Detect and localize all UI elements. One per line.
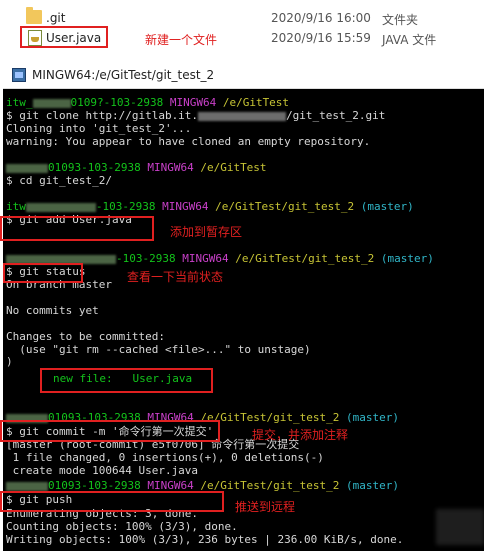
- file-row-git-folder[interactable]: .git 2020/9/16 16:00 文件夹: [0, 7, 484, 28]
- output-line: Writing objects: 100% (3/3), 236 bytes |…: [6, 533, 404, 546]
- git-add-highlight-box: [0, 216, 154, 241]
- output-line: Cloning into 'git_test_2'...: [6, 122, 192, 135]
- git-commit-highlight-box: [0, 420, 220, 442]
- terminal-window: MINGW64:/e/GitTest/git_test_2 itw_ 0109?-…: [3, 62, 484, 551]
- git-status-highlight-box: [3, 263, 83, 283]
- annotation-add-to-stage: 添加到暂存区: [170, 225, 243, 239]
- new-file-highlight-box: [20, 26, 108, 48]
- annotation-push-to-remote: 推送到远程: [235, 500, 296, 514]
- prompt-line: 01093-103-2938 MINGW64 /e/GitTest: [6, 161, 267, 174]
- annotation-check-status: 查看一下当前状态: [127, 270, 224, 284]
- annotation-new-file: 新建一个文件: [145, 33, 218, 47]
- output-line: create mode 100644 User.java: [6, 464, 199, 477]
- file-type: JAVA 文件: [382, 33, 437, 47]
- prompt-line: itw -103-2938 MINGW64 /e/GitTest/git_test…: [6, 200, 414, 213]
- output-line: warning: You appear to have cloned an em…: [6, 135, 371, 148]
- file-type: 文件夹: [382, 13, 419, 27]
- file-date: 2020/9/16 16:00: [271, 11, 371, 25]
- file-name: .git: [46, 11, 66, 25]
- command-line: $ git clone http://gitlab.it./git_test_2…: [6, 109, 386, 122]
- mingw-terminal-icon: [12, 68, 26, 82]
- terminal-output[interactable]: itw_ 0109?-103-2938 MINGW64 /e/GitTest $ …: [3, 89, 484, 551]
- new-file-status-highlight-box: [40, 368, 213, 393]
- file-date: 2020/9/16 15:59: [271, 31, 371, 45]
- file-explorer-list: .git 2020/9/16 16:00 文件夹 User.java 2020/…: [0, 0, 484, 56]
- terminal-title: MINGW64:/e/GitTest/git_test_2: [32, 68, 215, 82]
- folder-icon: [26, 7, 42, 24]
- terminal-titlebar[interactable]: MINGW64:/e/GitTest/git_test_2: [3, 62, 484, 89]
- output-line: No commits yet: [6, 304, 99, 317]
- output-line: Counting objects: 100% (3/3), done.: [6, 520, 238, 533]
- prompt-line: itw_ 0109?-103-2938 MINGW64 /e/GitTest: [6, 96, 290, 109]
- output-line: ): [6, 355, 13, 368]
- output-line: Changes to be committed:: [6, 330, 165, 343]
- git-push-highlight-box: [0, 491, 224, 512]
- output-line: (use "git rm --cached <file>..." to unst…: [6, 343, 311, 356]
- scrollbar-thumb[interactable]: [436, 509, 484, 545]
- annotation-commit-with-message: 提交，并添加注释: [252, 428, 349, 442]
- output-line: 1 file changed, 0 insertions(+), 0 delet…: [6, 451, 324, 464]
- command-line: $ cd git_test_2/: [6, 174, 112, 187]
